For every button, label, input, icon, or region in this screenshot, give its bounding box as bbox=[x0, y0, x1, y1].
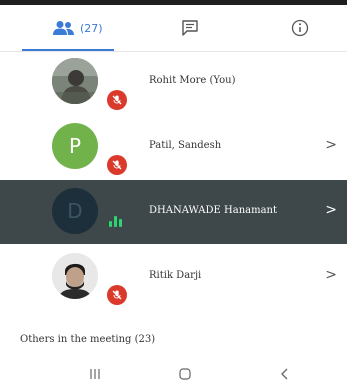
tab-chat[interactable] bbox=[170, 5, 210, 51]
chevron-right-icon[interactable]: > bbox=[325, 267, 337, 283]
chat-icon bbox=[182, 20, 198, 36]
participant-name: Ritik Darji bbox=[149, 270, 202, 281]
mic-off-icon bbox=[107, 155, 127, 175]
participant-name: Patil, Sandesh bbox=[149, 140, 222, 151]
avatar bbox=[52, 253, 98, 299]
chevron-right-icon[interactable]: > bbox=[325, 202, 337, 218]
avatar bbox=[52, 58, 98, 104]
back-button[interactable] bbox=[278, 366, 292, 385]
tab-bar: (27) bbox=[0, 5, 347, 52]
participant-row-dhanawade[interactable]: D DHANAWADE Hanamant > bbox=[0, 180, 347, 244]
chevron-right-icon[interactable]: > bbox=[325, 137, 337, 153]
tab-info[interactable] bbox=[280, 5, 320, 51]
avatar: D bbox=[52, 188, 98, 234]
mic-off-icon bbox=[107, 285, 127, 305]
people-count: (27) bbox=[80, 21, 103, 35]
people-icon bbox=[53, 21, 74, 35]
participant-row-self[interactable]: Rohit More (You) bbox=[0, 50, 347, 114]
recent-apps-icon bbox=[90, 369, 100, 379]
info-icon bbox=[291, 19, 309, 37]
home-icon bbox=[179, 368, 191, 380]
mic-off-icon bbox=[107, 90, 127, 110]
participant-name: Rohit More (You) bbox=[149, 75, 236, 86]
avatar-initial: P bbox=[68, 134, 82, 158]
participant-row-ritik[interactable]: Ritik Darji > bbox=[0, 245, 347, 309]
participant-name: DHANAWADE Hanamant bbox=[149, 205, 278, 216]
participant-row-patil[interactable]: P Patil, Sandesh > bbox=[0, 115, 347, 179]
home-button[interactable] bbox=[178, 366, 192, 385]
speaking-icon bbox=[109, 216, 122, 227]
others-in-meeting-label[interactable]: Others in the meeting (23) bbox=[20, 334, 155, 345]
avatar: P bbox=[52, 123, 98, 169]
avatar-initial: D bbox=[67, 199, 83, 223]
system-nav-bar bbox=[0, 360, 347, 390]
recent-apps-button[interactable] bbox=[88, 366, 102, 385]
tab-people[interactable]: (27) bbox=[20, 5, 140, 51]
back-icon bbox=[281, 368, 288, 380]
